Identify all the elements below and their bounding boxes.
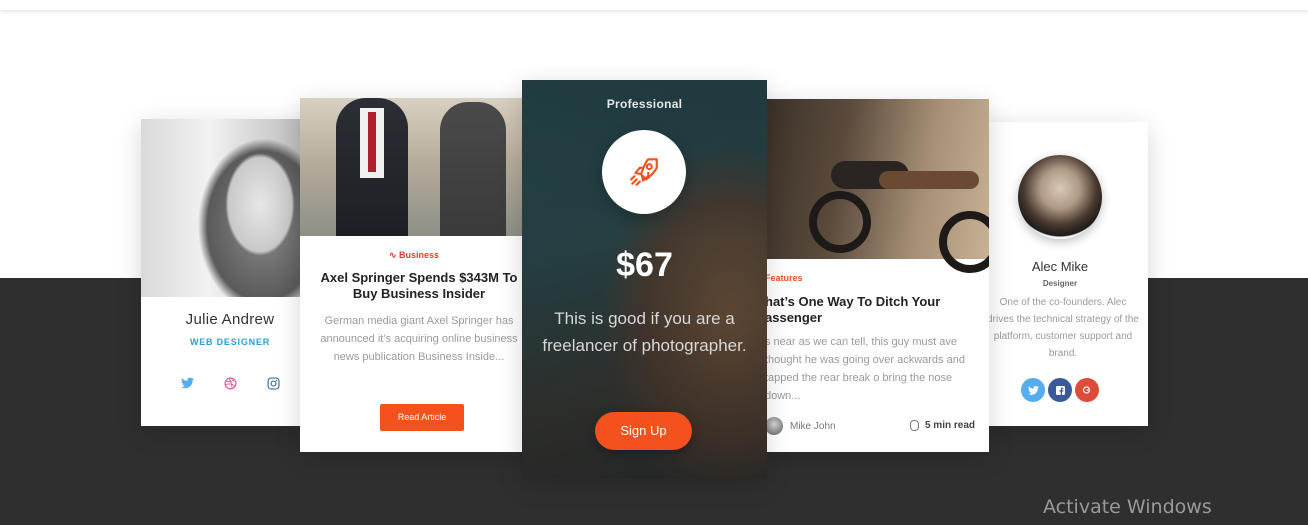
read-time-label: 5 min read — [924, 420, 975, 431]
article-card-features: Features hat’s One Way To Ditch Your ass… — [761, 99, 989, 452]
profile-name: Julie Andrew — [185, 311, 275, 328]
article-photo — [761, 99, 989, 273]
plan-name: Professional — [606, 97, 683, 111]
article-category: ∿ Business — [300, 250, 528, 261]
plan-icon-circle — [602, 130, 686, 214]
profile-role: WEB DESIGNER — [189, 337, 271, 347]
article-excerpt: s near as we can tell, this guy must ave… — [765, 336, 965, 402]
article-card-business: ∿ Business Axel Springer Spends $343M To… — [300, 98, 528, 452]
profile-card-julie: Julie Andrew WEB DESIGNER — [141, 119, 311, 426]
plan-price: $67 — [616, 246, 673, 284]
twitter-icon[interactable] — [180, 377, 194, 393]
activate-windows-watermark: Activate Windows — [1043, 496, 1212, 518]
sign-up-button[interactable]: Sign Up — [595, 412, 692, 450]
read-article-button[interactable]: Read Article — [380, 404, 464, 431]
profile-card-alec: Alec Mike Designer One of the co-founder… — [981, 122, 1148, 426]
photo-tie-shape — [368, 112, 376, 172]
pulse-icon: ∿ — [388, 250, 399, 260]
article-photo — [300, 98, 528, 236]
photo-wheel-front — [809, 191, 871, 253]
photo-wheel-rear — [939, 211, 989, 273]
profile-photo — [141, 119, 311, 297]
read-time: 5 min read — [909, 420, 975, 431]
avatar — [765, 417, 783, 435]
article-category: Features — [765, 273, 803, 283]
dribbble-icon[interactable] — [224, 377, 237, 393]
twitter-icon[interactable] — [1021, 378, 1045, 402]
article-author[interactable]: Mike John — [765, 417, 836, 435]
social-links — [981, 378, 1139, 402]
profile-role: Designer — [1042, 279, 1078, 288]
article-excerpt: German media giant Axel Springer has ann… — [320, 315, 518, 363]
social-links — [141, 377, 311, 393]
article-title[interactable]: hat’s One Way To Ditch Your assenger — [765, 294, 983, 326]
article-category-label: Business — [399, 250, 440, 260]
facebook-icon[interactable] — [1048, 378, 1072, 402]
author-name: Mike John — [790, 420, 836, 432]
google-plus-icon[interactable] — [1075, 378, 1099, 402]
photo-woman-shape — [440, 102, 506, 236]
photo-seat-shape — [879, 171, 979, 189]
avatar — [1018, 155, 1102, 239]
profile-bio: One of the co-founders. Alec drives the … — [987, 297, 1139, 359]
top-nav-bar — [0, 0, 1308, 10]
pricing-card: Professional $67 This is good if you are… — [522, 80, 767, 479]
rocket-icon — [630, 158, 658, 186]
stopwatch-icon — [909, 420, 919, 431]
article-title[interactable]: Axel Springer Spends $343M To Buy Busine… — [314, 270, 524, 302]
profile-name: Alec Mike — [1031, 259, 1089, 274]
instagram-icon[interactable] — [266, 377, 280, 393]
plan-description: This is good if you are a freelancer of … — [542, 309, 747, 355]
